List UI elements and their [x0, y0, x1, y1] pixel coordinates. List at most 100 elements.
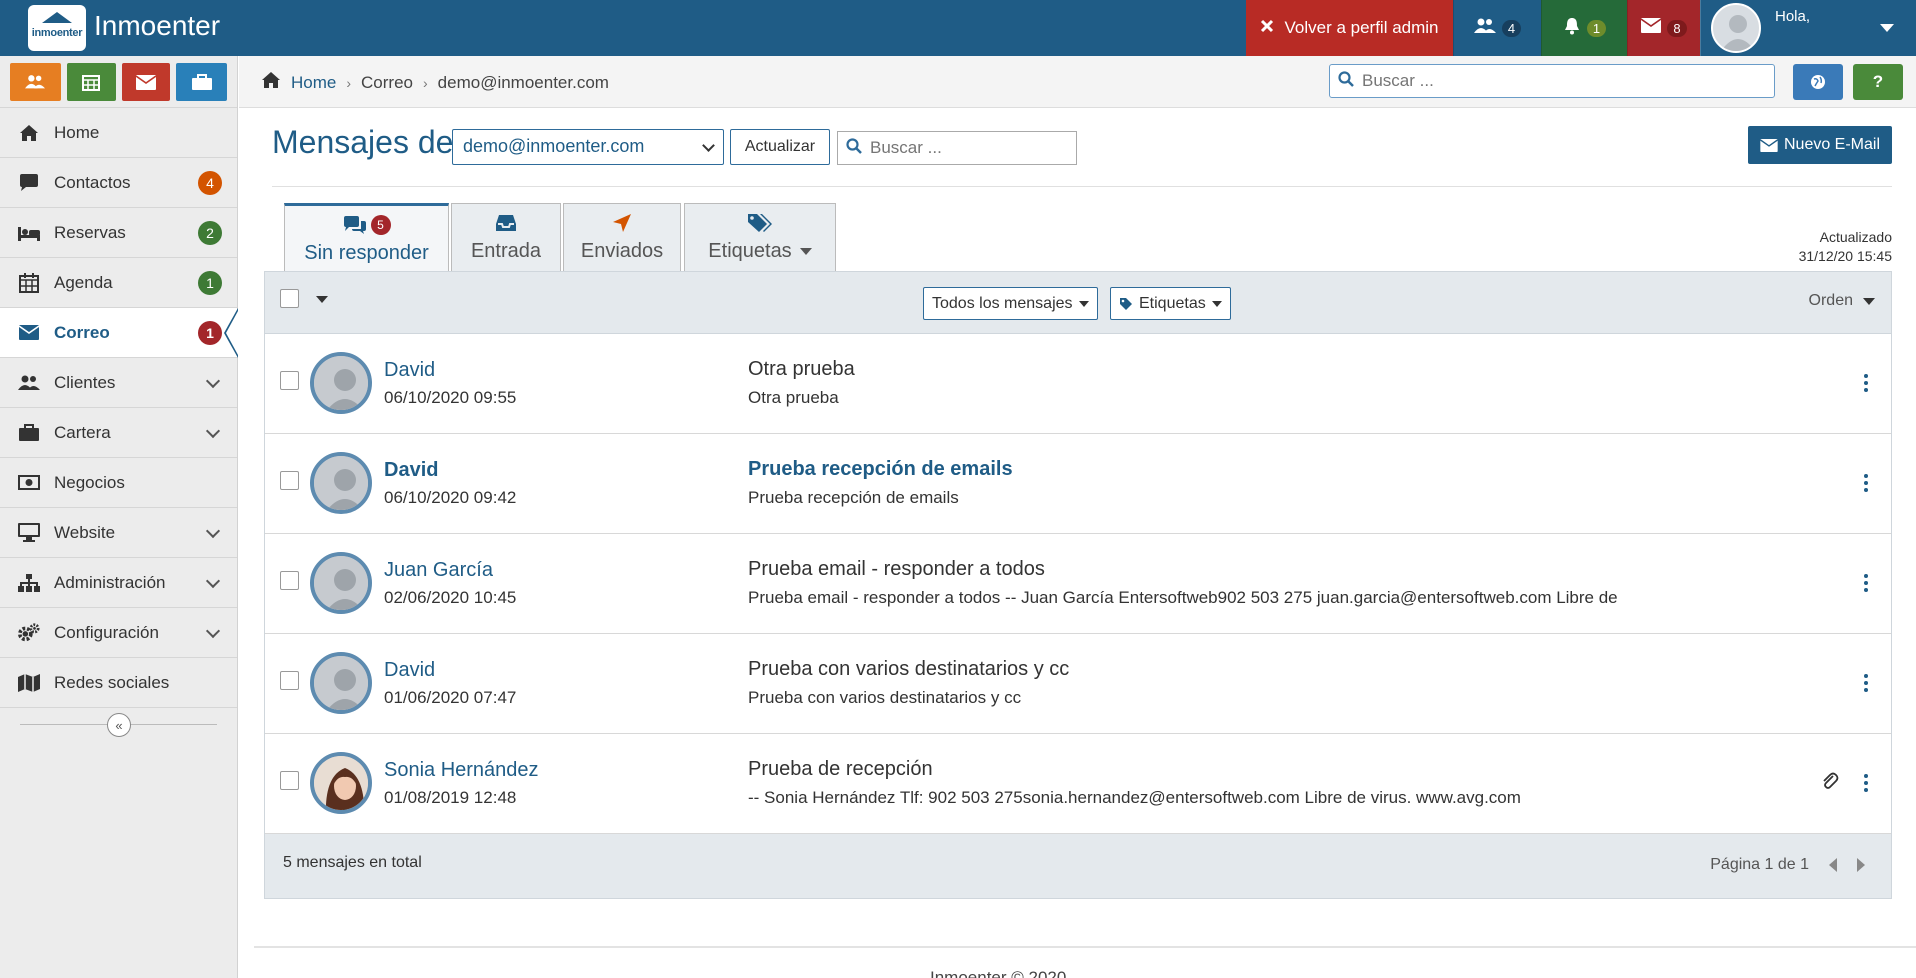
- message-sender[interactable]: David: [384, 359, 435, 382]
- message-subject[interactable]: Prueba recepción de emails: [748, 458, 1013, 481]
- message-subject[interactable]: Prueba de recepción: [748, 758, 933, 781]
- tab-etiquetas[interactable]: Etiquetas: [684, 203, 836, 271]
- message-row[interactable]: David 06/10/2020 09:55 Otra prueba Otra pru…: [265, 334, 1891, 434]
- row-menu-icon[interactable]: [1863, 574, 1869, 592]
- sidebar-item-website[interactable]: Website: [0, 507, 237, 557]
- message-row[interactable]: David 06/10/2020 09:42 Prueba recepción de…: [265, 434, 1891, 534]
- chevron-down-icon[interactable]: [205, 523, 221, 539]
- breadcrumb-section[interactable]: Correo: [361, 73, 413, 93]
- help-button[interactable]: ?: [1853, 64, 1903, 100]
- row-menu-icon[interactable]: [1863, 674, 1869, 692]
- sidebar-item-label: Website: [54, 522, 116, 542]
- sidebar-item-configuracion[interactable]: Configuración: [0, 607, 237, 657]
- briefcase-icon: [18, 422, 40, 444]
- map-icon: [18, 672, 40, 694]
- message-checkbox[interactable]: [280, 471, 299, 490]
- message-subject[interactable]: Prueba con varios destinatarios y cc: [748, 658, 1069, 681]
- language-button[interactable]: [1793, 64, 1843, 100]
- quick-mail-button[interactable]: [121, 63, 171, 101]
- message-row[interactable]: Juan García 02/06/2020 10:45 Prueba email …: [265, 534, 1891, 634]
- sidebar-item-agenda[interactable]: Agenda 1: [0, 257, 237, 307]
- tag-icon: [1120, 297, 1132, 310]
- message-checkbox[interactable]: [280, 771, 299, 790]
- new-email-button[interactable]: Nuevo E-Mail: [1748, 126, 1892, 164]
- sidebar-item-label: Home: [54, 122, 100, 142]
- next-page-icon[interactable]: [1857, 858, 1865, 872]
- count-badge: 4: [198, 170, 222, 195]
- filter-all-messages-dropdown[interactable]: Todos los mensajes: [923, 287, 1098, 320]
- collapse-sidebar-button[interactable]: «: [107, 713, 131, 737]
- search-icon: [1338, 70, 1354, 92]
- chevron-down-icon[interactable]: [205, 373, 221, 389]
- sidebar-item-correo[interactable]: Correo 1: [0, 307, 238, 358]
- account-select[interactable]: demo@inmoenter.com: [452, 129, 724, 165]
- breadcrumb-home-link[interactable]: Home: [291, 73, 336, 93]
- sort-dropdown[interactable]: Orden: [1809, 292, 1875, 310]
- account-select-value: demo@inmoenter.com: [463, 136, 645, 156]
- footer-divider: [254, 946, 1916, 948]
- message-subject[interactable]: Prueba email - responder a todos: [748, 558, 1045, 581]
- select-options-caret-icon[interactable]: [316, 296, 328, 303]
- message-sender[interactable]: David: [384, 659, 435, 682]
- message-row[interactable]: David 01/06/2020 07:47 Prueba con varios d…: [265, 634, 1891, 734]
- location-arrow-icon: [613, 214, 631, 232]
- quick-portfolio-button[interactable]: [176, 63, 227, 101]
- users-notification-button[interactable]: 4: [1453, 0, 1541, 56]
- alerts-button[interactable]: 1: [1541, 0, 1627, 56]
- quick-actions: [0, 56, 237, 107]
- quick-contacts-button[interactable]: [10, 63, 61, 101]
- row-menu-icon[interactable]: [1863, 374, 1869, 392]
- sidebar-item-redes-sociales[interactable]: Redes sociales: [0, 657, 237, 707]
- app-logo[interactable]: inmoenter: [28, 5, 86, 51]
- search-icon: [846, 137, 862, 159]
- users-count: 4: [1501, 19, 1522, 37]
- sidebar-item-reservas[interactable]: Reservas 2: [0, 207, 237, 257]
- chevron-down-icon[interactable]: [205, 423, 221, 439]
- tab-entrada[interactable]: Entrada: [451, 203, 561, 271]
- message-checkbox[interactable]: [280, 371, 299, 390]
- sidebar-item-administracion[interactable]: Administración: [0, 557, 237, 607]
- quick-calendar-button[interactable]: [66, 63, 116, 101]
- message-sender[interactable]: David: [384, 459, 438, 482]
- messages-button[interactable]: 8: [1627, 0, 1700, 56]
- chevron-down-icon: [702, 139, 715, 152]
- count-badge: 1: [198, 320, 222, 345]
- sidebar-item-clientes[interactable]: Clientes: [0, 357, 237, 407]
- row-menu-icon[interactable]: [1863, 474, 1869, 492]
- message-checkbox[interactable]: [280, 671, 299, 690]
- chevron-down-icon[interactable]: [205, 573, 221, 589]
- message-date: 01/06/2020 07:47: [384, 688, 517, 707]
- new-email-label: Nuevo E-Mail: [1783, 136, 1881, 153]
- message-subject[interactable]: Otra prueba: [748, 358, 855, 381]
- chevron-down-icon[interactable]: [205, 623, 221, 639]
- paperclip-icon: [1821, 772, 1839, 795]
- header-divider: [272, 186, 1892, 187]
- filter-tags-label: Etiquetas: [1139, 294, 1206, 312]
- message-search: [837, 131, 1077, 165]
- sidebar-item-label: Correo: [54, 322, 110, 342]
- sitemap-icon: [18, 572, 40, 594]
- sidebar-item-negocios[interactable]: Negocios: [0, 457, 237, 507]
- message-sender[interactable]: Juan García: [384, 559, 493, 582]
- sidebar-item-home[interactable]: Home: [0, 107, 237, 157]
- message-search-input[interactable]: [870, 138, 1060, 158]
- row-menu-icon[interactable]: [1863, 774, 1869, 792]
- message-row[interactable]: Sonia Hernández 01/08/2019 12:48 Prueba de…: [265, 734, 1891, 834]
- comments-icon: [343, 216, 366, 234]
- user-menu[interactable]: Hola,: [1700, 0, 1916, 56]
- message-preview: Otra prueba: [748, 388, 839, 407]
- back-to-admin-button[interactable]: Volver a perfil admin: [1246, 0, 1453, 56]
- prev-page-icon[interactable]: [1829, 858, 1837, 872]
- cogs-icon: [18, 622, 40, 644]
- global-search-input[interactable]: [1362, 71, 1752, 91]
- sidebar-item-cartera[interactable]: Cartera: [0, 407, 237, 457]
- update-button[interactable]: Actualizar: [730, 129, 830, 165]
- tab-sin-responder[interactable]: 5 Sin responder: [284, 203, 449, 271]
- message-checkbox[interactable]: [280, 571, 299, 590]
- sidebar-item-label: Negocios: [54, 472, 125, 492]
- select-all-checkbox[interactable]: [280, 289, 299, 308]
- sidebar-item-contactos[interactable]: Contactos 4: [0, 157, 237, 207]
- tab-enviados[interactable]: Enviados: [563, 203, 681, 271]
- filter-tags-dropdown[interactable]: Etiquetas: [1110, 287, 1231, 320]
- message-sender[interactable]: Sonia Hernández: [384, 759, 539, 782]
